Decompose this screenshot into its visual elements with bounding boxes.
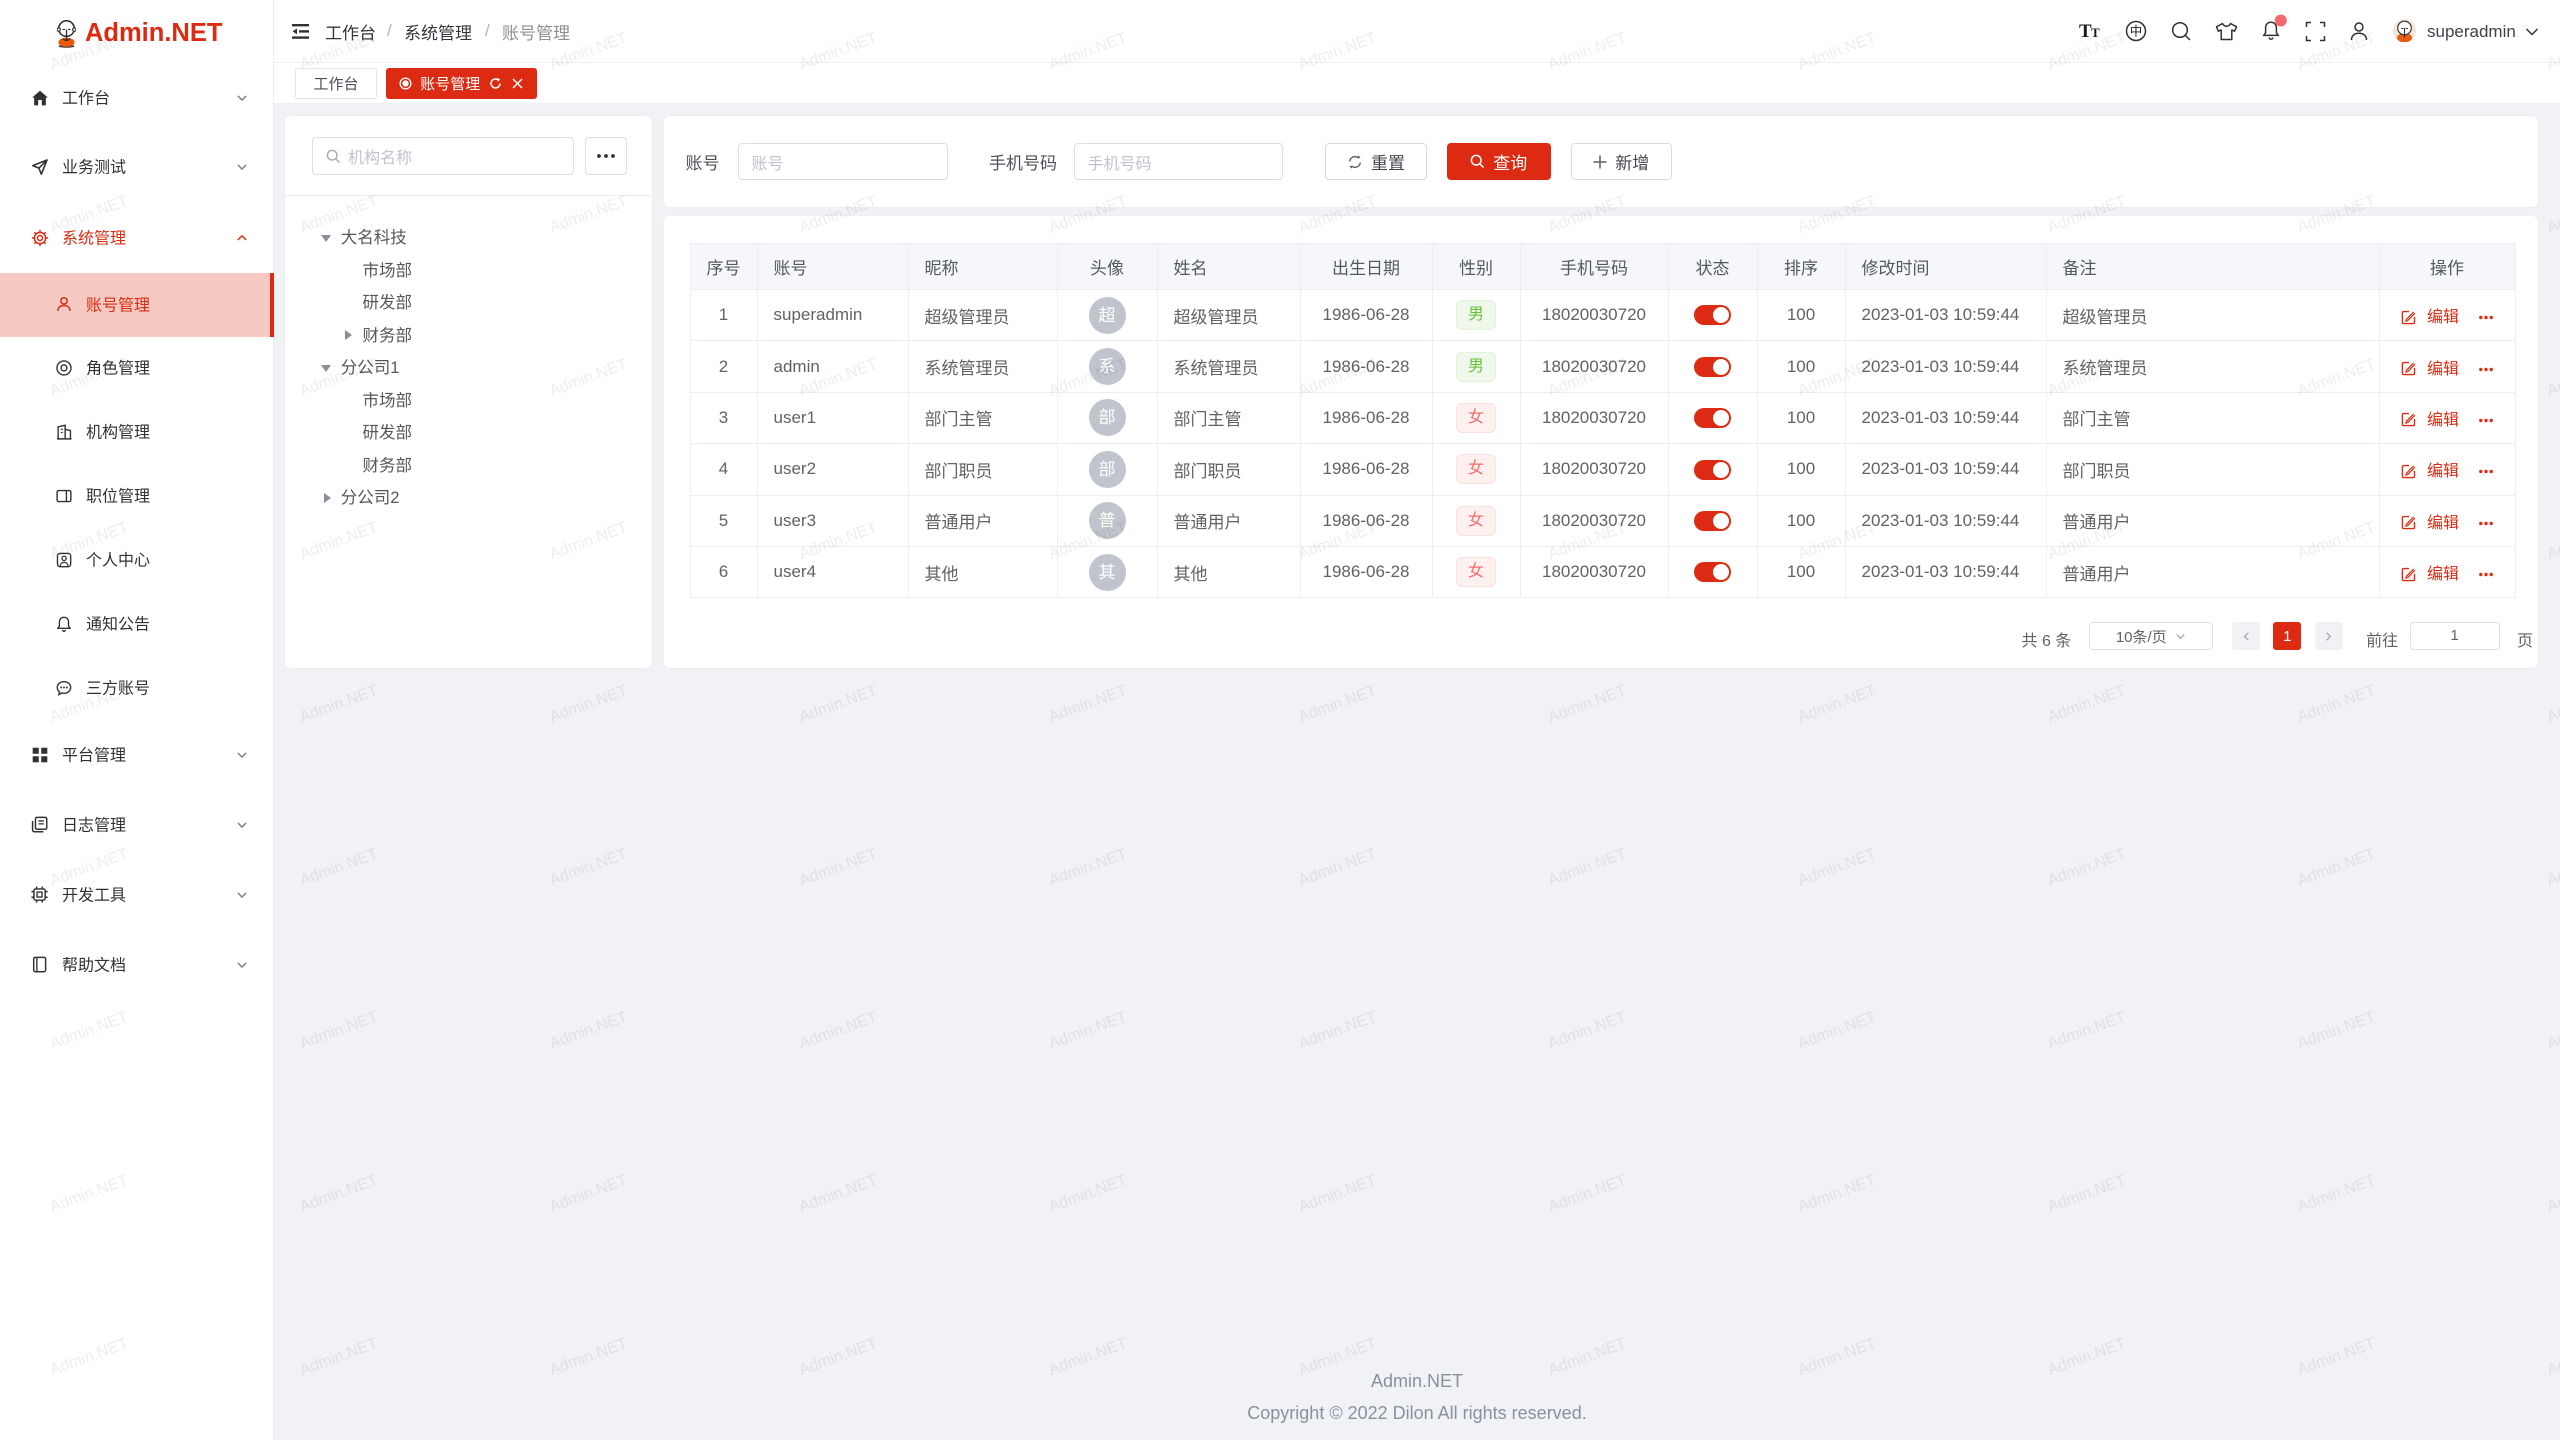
svg-text:中: 中 [2130, 24, 2143, 39]
svg-text:T: T [2091, 25, 2100, 40]
